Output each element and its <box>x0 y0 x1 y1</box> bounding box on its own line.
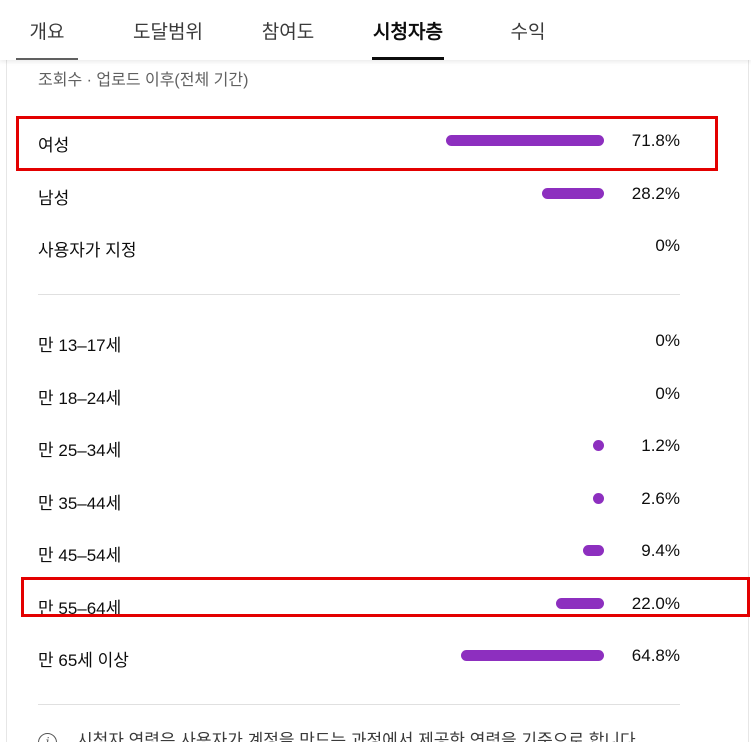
row-label: 만 45–54세 <box>38 546 122 565</box>
tab-overview-label: 개요 <box>29 21 65 43</box>
age-row-35-44: 만 35–44세 2.6% <box>38 479 680 519</box>
age-row-55-64: 만 55–64세 22.0% <box>38 584 680 624</box>
row-label: 만 65세 이상 <box>38 651 129 670</box>
share-bar <box>446 135 604 146</box>
row-value: 0% <box>655 384 680 403</box>
age-row-18-24: 만 18–24세 0% <box>38 374 680 414</box>
tab-engagement-label: 참여도 <box>261 21 315 43</box>
tab-audience-underline <box>372 57 444 60</box>
gender-row-female: 여성 71.8% <box>38 121 680 161</box>
analytics-page: 개요 도달범위 참여도 시청자층 수익 조회수 · 업로드 이후(전체 기간) … <box>0 0 751 742</box>
tab-bar: 개요 도달범위 참여도 시청자층 수익 <box>0 0 751 60</box>
gender-row-user-specified: 사용자가 지정 0% <box>38 226 680 266</box>
share-bar <box>556 598 604 609</box>
row-label: 만 13–17세 <box>38 336 122 355</box>
info-icon[interactable]: i <box>38 733 57 742</box>
tab-revenue[interactable]: 수익 <box>496 0 560 60</box>
section-divider <box>38 294 680 295</box>
footnote-text: 시청자 연령은 사용자가 계정을 만드는 과정에서 제공한 연령을 기준으로 합… <box>77 731 641 742</box>
row-value: 1.2% <box>641 436 680 455</box>
row-label: 만 18–24세 <box>38 389 122 408</box>
share-bar <box>583 545 604 556</box>
row-value: 9.4% <box>641 541 680 560</box>
share-dot <box>593 440 604 451</box>
share-bar <box>542 188 604 199</box>
row-value: 0% <box>655 331 680 350</box>
tab-overview[interactable]: 개요 <box>16 0 78 60</box>
row-label: 남성 <box>38 189 70 208</box>
row-label: 만 25–34세 <box>38 441 122 460</box>
tab-reach-label: 도달범위 <box>133 21 203 43</box>
age-row-25-34: 만 25–34세 1.2% <box>38 426 680 466</box>
row-value: 22.0% <box>631 594 680 613</box>
card-subtitle: 조회수 · 업로드 이후(전체 기간) <box>38 72 249 89</box>
age-row-45-54: 만 45–54세 9.4% <box>38 531 680 571</box>
row-label: 사용자가 지정 <box>38 241 137 260</box>
row-label: 만 35–44세 <box>38 494 122 513</box>
tab-audience-label: 시청자층 <box>373 21 443 43</box>
tab-overview-underline <box>16 58 78 60</box>
row-value: 2.6% <box>641 489 680 508</box>
row-value: 64.8% <box>631 646 680 665</box>
row-value: 71.8% <box>631 131 680 150</box>
footer-divider <box>38 704 680 705</box>
gender-row-male: 남성 28.2% <box>38 174 680 214</box>
row-value: 0% <box>655 236 680 255</box>
share-bar <box>461 650 604 661</box>
row-value: 28.2% <box>631 184 680 203</box>
tab-engagement[interactable]: 참여도 <box>250 0 326 60</box>
tab-audience[interactable]: 시청자층 <box>372 0 444 60</box>
age-row-13-17: 만 13–17세 0% <box>38 321 680 361</box>
row-label: 만 55–64세 <box>38 599 122 618</box>
tab-revenue-label: 수익 <box>510 21 546 43</box>
share-dot <box>593 493 604 504</box>
age-footnote: i 시청자 연령은 사용자가 계정을 만드는 과정에서 제공한 연령을 기준으로 … <box>38 726 738 742</box>
row-label: 여성 <box>38 136 70 155</box>
age-row-65-plus: 만 65세 이상 64.8% <box>38 636 680 676</box>
tab-reach[interactable]: 도달범위 <box>120 0 216 60</box>
